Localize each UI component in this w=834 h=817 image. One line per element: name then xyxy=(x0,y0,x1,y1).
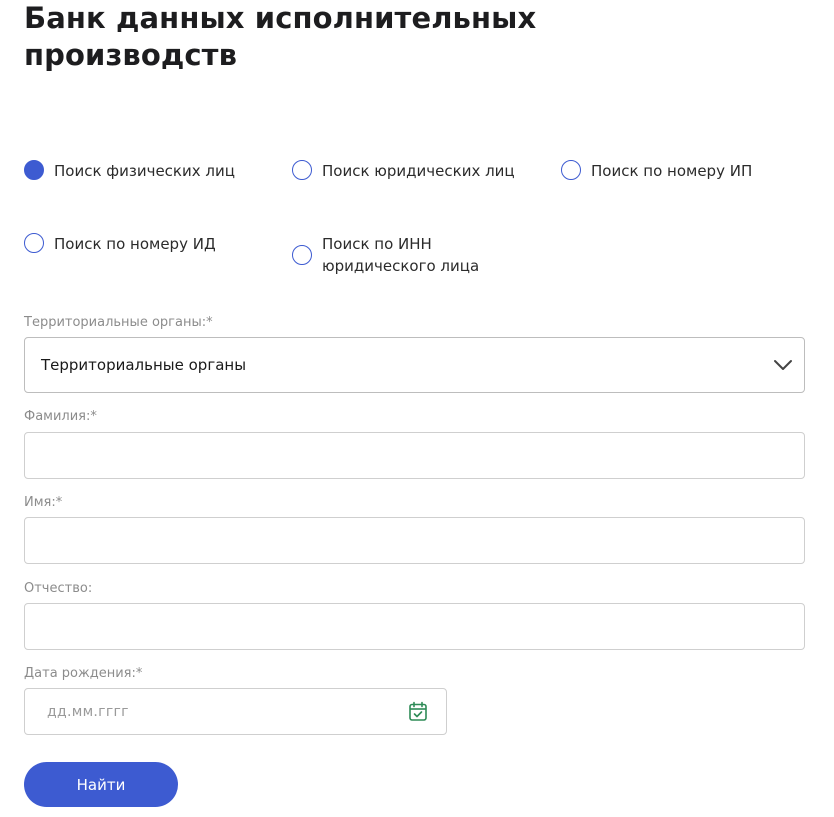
radio-search-ip-number[interactable]: Поиск по номеру ИП xyxy=(561,160,752,182)
radio-label: Поиск по номеру ИП xyxy=(591,162,753,180)
radio-unchecked-icon xyxy=(292,160,312,180)
radio-search-inn[interactable]: Поиск по ИНН юридического лица xyxy=(292,233,512,277)
birthdate-label: Дата рождения:* xyxy=(24,666,143,681)
radio-label: Поиск по ИНН юридического лица xyxy=(322,235,480,275)
radio-search-individuals[interactable]: Поиск физических лиц xyxy=(24,160,235,182)
radio-label: Поиск физических лиц xyxy=(54,162,235,180)
radio-unchecked-icon xyxy=(292,245,312,265)
birthdate-input[interactable]: дд.мм.гггг xyxy=(24,688,447,735)
search-submit-button[interactable]: Найти xyxy=(24,762,178,807)
patronymic-label: Отчество: xyxy=(24,581,93,596)
territorial-label: Территориальные органы:* xyxy=(24,315,213,330)
lastname-label: Фамилия:* xyxy=(24,409,97,424)
lastname-input[interactable] xyxy=(24,432,805,479)
firstname-label: Имя:* xyxy=(24,495,63,510)
radio-checked-icon xyxy=(24,160,44,180)
radio-unchecked-icon xyxy=(24,233,44,253)
territorial-select-value: Территориальные органы xyxy=(41,356,247,374)
chevron-down-icon xyxy=(774,360,792,370)
territorial-select[interactable]: Территориальные органы xyxy=(24,337,805,393)
birthdate-placeholder: дд.мм.гггг xyxy=(47,703,129,720)
firstname-input[interactable] xyxy=(24,517,805,564)
radio-label: Поиск юридических лиц xyxy=(322,162,515,180)
page-title: Банк данных исполнительных производств xyxy=(24,1,537,72)
radio-label: Поиск по номеру ИД xyxy=(54,235,216,253)
radio-search-legal-entities[interactable]: Поиск юридических лиц xyxy=(292,160,515,182)
radio-unchecked-icon xyxy=(561,160,581,180)
radio-search-id-number[interactable]: Поиск по номеру ИД xyxy=(24,233,216,255)
calendar-icon[interactable] xyxy=(408,701,428,722)
patronymic-input[interactable] xyxy=(24,603,805,650)
